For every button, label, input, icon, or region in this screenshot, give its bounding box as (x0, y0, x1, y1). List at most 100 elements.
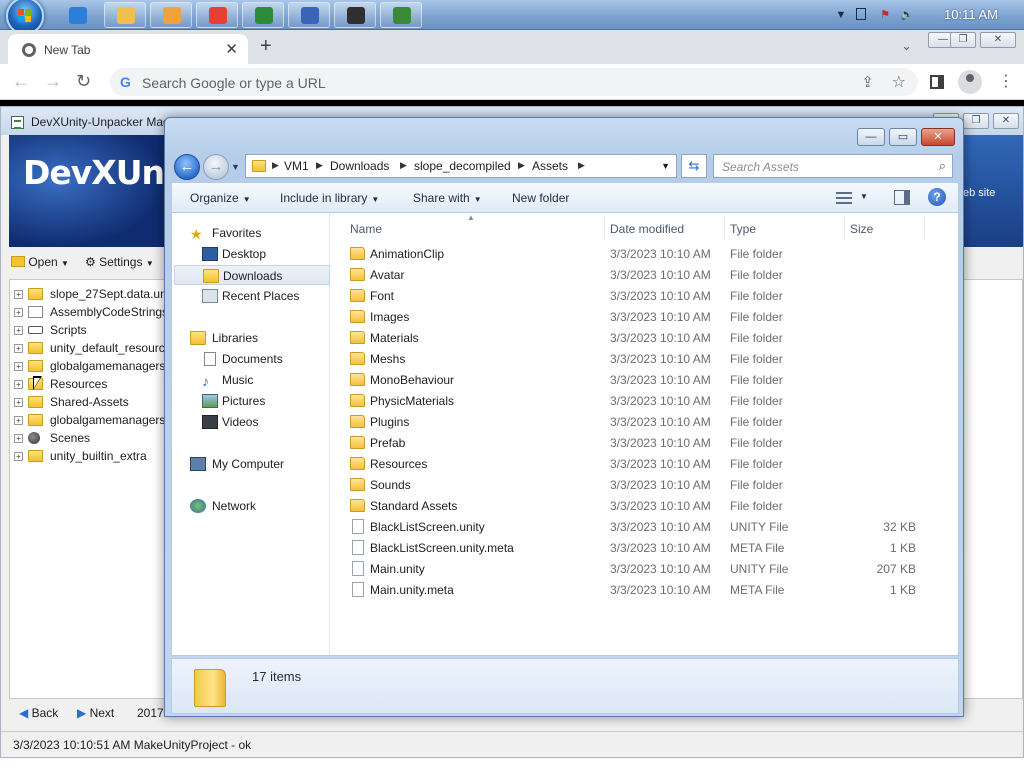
side-panel-icon[interactable] (930, 75, 944, 89)
action-center-flag-icon[interactable]: ⚑ (878, 8, 892, 22)
close-window-button[interactable]: ✕ (980, 32, 1016, 48)
breadcrumb-downloads[interactable]: Downloads (330, 159, 389, 173)
taskbar-app-button[interactable] (56, 2, 98, 28)
nav-desktop[interactable]: Desktop (172, 244, 328, 264)
nav-music[interactable]: ♪ Music (172, 370, 328, 390)
network-icon[interactable] (856, 8, 866, 20)
expand-icon[interactable]: + (14, 380, 23, 389)
expand-icon[interactable]: + (14, 452, 23, 461)
devx-restore-button[interactable]: ❐ (963, 113, 989, 129)
breadcrumb-slope-decompiled[interactable]: slope_decompiled (414, 159, 511, 173)
nav-pictures[interactable]: Pictures (172, 391, 328, 411)
chevron-right-icon[interactable]: ▶ (316, 160, 323, 171)
taskbar-app-button[interactable] (380, 2, 422, 28)
expand-icon[interactable]: + (14, 344, 23, 353)
file-row[interactable]: PhysicMaterials 3/3/2023 10:10 AM File fol… (344, 390, 944, 411)
devx-close-button[interactable]: ✕ (993, 113, 1019, 129)
new-tab-button[interactable]: + (260, 35, 272, 58)
recent-pages-dropdown[interactable]: ▼ (231, 162, 240, 172)
address-bar[interactable]: G Search Google or type a URL ⇪ ☆ (110, 68, 918, 96)
address-breadcrumb[interactable]: ▶ VM1 ▶ Downloads ▶ slope_decompiled ▶ A… (245, 154, 677, 178)
column-date-modified[interactable]: Date modified (610, 222, 684, 236)
search-input[interactable]: Search Assets ⌕ (713, 154, 953, 178)
forward-button[interactable]: → (203, 154, 229, 180)
chrome-menu-icon[interactable]: ⋮ (998, 71, 1014, 91)
file-row[interactable]: Main.unity.meta 3/3/2023 10:10 AM META Fil… (344, 579, 944, 600)
column-name[interactable]: Name (350, 222, 382, 236)
nav-downloads[interactable]: Downloads (174, 265, 330, 285)
file-row[interactable]: Images 3/3/2023 10:10 AM File folder (344, 306, 944, 327)
bookmark-star-icon[interactable]: ☆ (892, 72, 906, 92)
chevron-right-icon[interactable]: ▶ (578, 160, 585, 171)
taskbar-app-button[interactable] (242, 2, 284, 28)
file-row[interactable]: Meshs 3/3/2023 10:10 AM File folder (344, 348, 944, 369)
nav-favorites[interactable]: ★ Favorites (172, 223, 328, 243)
share-with-button[interactable]: Share with ▼ (413, 191, 482, 205)
settings-button[interactable]: ⚙ Settings ▼ (85, 255, 154, 269)
nav-videos[interactable]: Videos (172, 412, 328, 432)
file-row[interactable]: Standard Assets 3/3/2023 10:10 AM File fol… (344, 495, 944, 516)
clock[interactable]: 10:11 AM (944, 7, 998, 22)
file-row[interactable]: Prefab 3/3/2023 10:10 AM File folder (344, 432, 944, 453)
file-row[interactable]: MonoBehaviour 3/3/2023 10:10 AM File folde… (344, 369, 944, 390)
forward-arrow-icon[interactable]: → (44, 71, 62, 92)
search-icon[interactable]: ⌕ (939, 158, 946, 174)
expand-icon[interactable]: + (14, 434, 23, 443)
file-row[interactable]: Avatar 3/3/2023 10:10 AM File folder (344, 264, 944, 285)
nav-recent-places[interactable]: Recent Places (172, 286, 328, 306)
include-in-library-button[interactable]: Include in library ▼ (280, 191, 379, 205)
profile-avatar[interactable] (958, 70, 982, 94)
show-hidden-icons-icon[interactable]: ▼ (834, 8, 848, 22)
share-icon[interactable]: ⇪ (861, 73, 874, 91)
file-row[interactable]: Font 3/3/2023 10:10 AM File folder (344, 285, 944, 306)
volume-icon[interactable]: 🔈 (900, 8, 914, 22)
chevron-right-icon[interactable]: ▶ (272, 160, 279, 171)
file-row[interactable]: BlackListScreen.unity 3/3/2023 10:10 AM UN… (344, 516, 944, 537)
expand-icon[interactable]: + (14, 362, 23, 371)
file-row[interactable]: Materials 3/3/2023 10:10 AM File folder (344, 327, 944, 348)
column-type[interactable]: Type (730, 222, 756, 236)
close-tab-icon[interactable]: ✕ (225, 40, 238, 58)
chevron-right-icon[interactable]: ▶ (518, 160, 525, 171)
taskbar-app-button[interactable] (150, 2, 192, 28)
restore-button[interactable]: ❐ (950, 32, 976, 48)
reload-icon[interactable]: ↻ (76, 71, 91, 92)
back-arrow-icon[interactable]: ← (12, 71, 30, 92)
change-view-icon[interactable] (836, 192, 852, 204)
file-row[interactable]: BlackListScreen.unity.meta 3/3/2023 10:10… (344, 537, 944, 558)
file-row[interactable]: Plugins 3/3/2023 10:10 AM File folder (344, 411, 944, 432)
expand-icon[interactable]: + (14, 416, 23, 425)
organize-button[interactable]: Organize ▼ (190, 191, 251, 205)
expand-icon[interactable]: + (14, 308, 23, 317)
chevron-right-icon[interactable]: ▶ (400, 160, 407, 171)
taskbar-app-button[interactable] (196, 2, 238, 28)
expand-icon[interactable]: + (14, 398, 23, 407)
taskbar-app-button[interactable] (334, 2, 376, 28)
preview-pane-icon[interactable] (894, 190, 910, 205)
file-row[interactable]: Sounds 3/3/2023 10:10 AM File folder (344, 474, 944, 495)
expand-icon[interactable]: + (14, 290, 23, 299)
nav-libraries[interactable]: Libraries (172, 328, 328, 348)
expand-icon[interactable]: + (14, 326, 23, 335)
web-site-link[interactable]: eb site (963, 187, 995, 199)
back-button[interactable]: ◀ Back (19, 706, 58, 720)
taskbar-app-button[interactable] (104, 2, 146, 28)
open-button[interactable]: Open ▼ (11, 255, 69, 269)
browser-tab[interactable]: New Tab ✕ (8, 34, 248, 64)
breadcrumb-assets[interactable]: Assets (532, 159, 568, 173)
view-options-dropdown-icon[interactable]: ▼ (860, 192, 868, 201)
taskbar-app-button[interactable] (288, 2, 330, 28)
file-row[interactable]: Resources 3/3/2023 10:10 AM File folder (344, 453, 944, 474)
file-row[interactable]: Main.unity 3/3/2023 10:10 AM UNITY File 207… (344, 558, 944, 579)
tab-search-icon[interactable]: ⌄ (901, 38, 912, 54)
breadcrumb-vm1[interactable]: VM1 (284, 159, 309, 173)
back-button[interactable]: ← (174, 154, 200, 180)
help-icon[interactable]: ? (928, 188, 946, 206)
nav-network[interactable]: Network (172, 496, 328, 516)
nav-documents[interactable]: Documents (172, 349, 328, 369)
address-dropdown-icon[interactable]: ▼ (661, 161, 670, 171)
nav-my-computer[interactable]: My Computer (172, 454, 328, 474)
new-folder-button[interactable]: New folder (512, 191, 569, 205)
explorer-minimize-button[interactable]: — (857, 128, 885, 146)
refresh-icon[interactable]: ⇆ (681, 154, 707, 178)
